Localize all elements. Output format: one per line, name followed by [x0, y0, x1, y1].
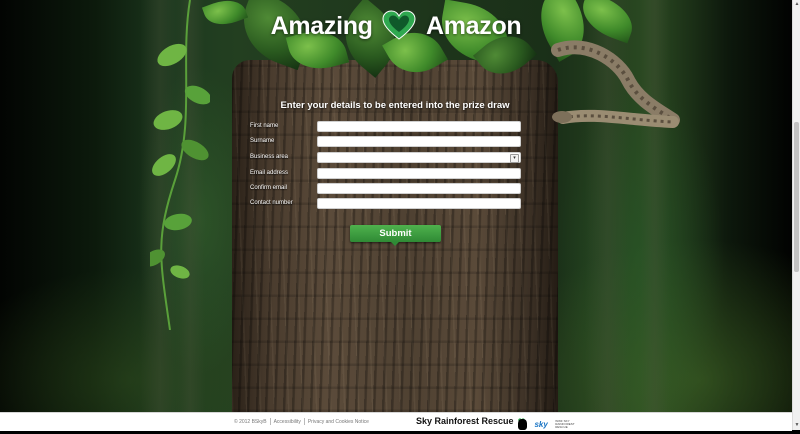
sky-logo: sky [534, 420, 548, 430]
form-title: Enter your details to be entered into th… [280, 100, 510, 111]
site-logo: Amazing Amazon [0, 10, 792, 42]
brand-text: Sky Rainforest Rescue [416, 416, 514, 426]
chevron-down-icon[interactable]: ▾ [510, 154, 519, 163]
contact-number-label: Contact number [250, 200, 293, 206]
confirm-email-label: Confirm email [250, 185, 288, 191]
vine-decoration [150, 0, 210, 330]
surname-label: Surname [250, 138, 275, 144]
partner-logos: sky WWF SKY RAINFOREST RESCUE [518, 416, 578, 431]
snake-decoration [551, 40, 680, 128]
logo-word-right: Amazon [425, 11, 522, 40]
first-name-label: First name [250, 123, 279, 129]
confirm-email-input[interactable] [317, 183, 521, 194]
surname-input[interactable] [317, 136, 521, 147]
email-input[interactable] [317, 168, 521, 179]
first-name-input[interactable] [317, 121, 521, 132]
footer-links: © 2012 BSkyB Accessibility Privacy and Coo… [231, 418, 372, 425]
logo-word-left: Amazing [270, 11, 373, 40]
footer: © 2012 BSkyB Accessibility Privacy and Coo… [0, 412, 792, 431]
business-area-label: Business area [250, 154, 289, 160]
vertical-scrollbar[interactable]: ▲ ▼ [792, 0, 800, 430]
footer-brand[interactable]: Sky Rainforest Rescue [416, 416, 525, 426]
heart-logo-icon [382, 10, 416, 40]
privacy-link[interactable]: Privacy and Cookies Notice [305, 419, 372, 425]
submit-pointer-arrow [391, 242, 399, 246]
accessibility-link[interactable]: Accessibility [271, 419, 304, 425]
wwf-panda-icon [518, 419, 527, 431]
business-area-select[interactable]: ▾ [317, 152, 521, 163]
scroll-down-icon[interactable]: ▼ [793, 421, 800, 429]
email-label: Email address [250, 170, 289, 176]
contact-number-input[interactable] [317, 198, 521, 209]
page-background: Amazing Amazon Enter your details to be … [0, 0, 792, 412]
scroll-up-icon[interactable]: ▲ [793, 0, 800, 8]
copyright-text: © 2012 BSkyB [234, 418, 267, 425]
submit-button[interactable]: Submit [350, 225, 441, 242]
partner-tagline: WWF SKY RAINFOREST RESCUE [555, 419, 575, 430]
scrollbar-thumb[interactable] [794, 122, 799, 272]
